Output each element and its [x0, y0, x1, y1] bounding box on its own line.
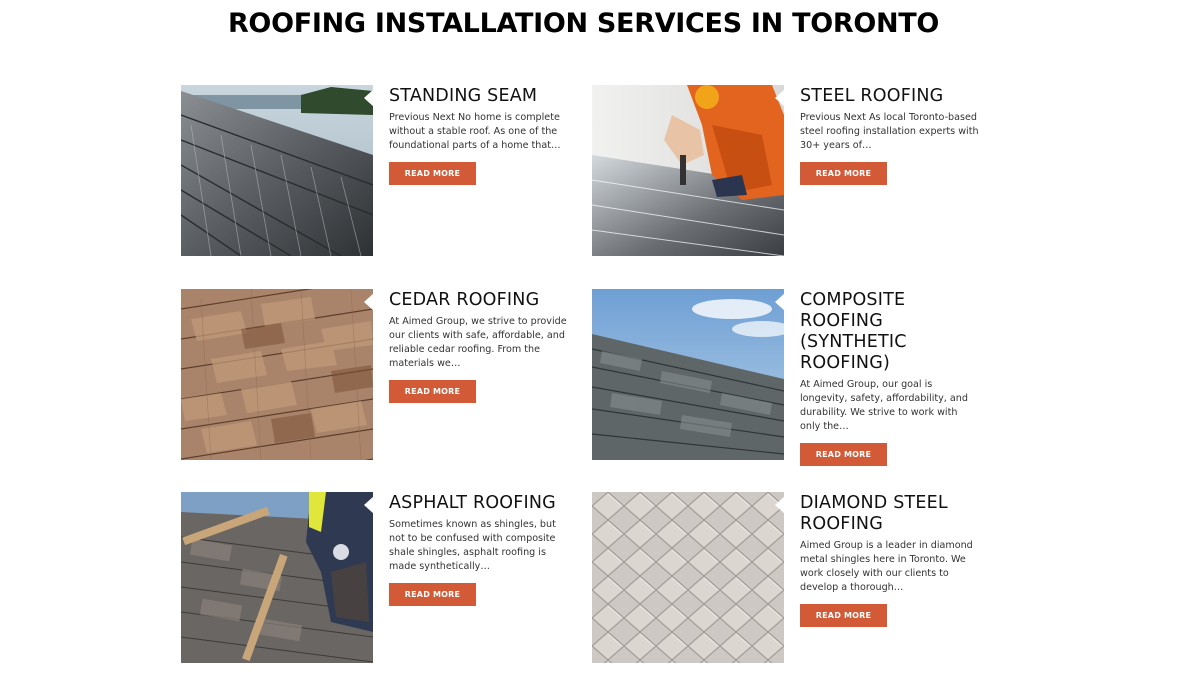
service-title[interactable]: CEDAR ROOFING [389, 289, 569, 311]
standing-seam-image[interactable] [181, 85, 373, 256]
service-card-composite-roofing: COMPOSITE ROOFING (SYNTHETIC ROOFING) At… [592, 289, 992, 466]
steel-roofing-image[interactable] [592, 85, 784, 256]
read-more-button[interactable]: READ MORE [389, 583, 476, 606]
service-card-asphalt-roofing: ASPHALT ROOFING Sometimes known as shing… [181, 492, 581, 664]
asphalt-roofing-image[interactable] [181, 492, 373, 663]
service-excerpt: Previous Next No home is complete withou… [389, 112, 561, 151]
service-card-standing-seam: STANDING SEAM Previous Next No home is c… [181, 85, 581, 257]
read-more-button[interactable]: READ MORE [800, 604, 887, 627]
service-card-diamond-steel-roofing: DIAMOND STEEL ROOFING Aimed Group is a l… [592, 492, 992, 664]
read-more-button[interactable]: READ MORE [800, 443, 887, 466]
service-excerpt: Previous Next As local Toronto-based ste… [800, 112, 979, 151]
cedar-roofing-image[interactable] [181, 289, 373, 460]
read-more-button[interactable]: READ MORE [389, 162, 476, 185]
diamond-steel-roofing-image[interactable] [592, 492, 784, 663]
composite-roofing-image[interactable] [592, 289, 784, 460]
service-title[interactable]: ASPHALT ROOFING [389, 492, 569, 514]
service-excerpt: At Aimed Group, our goal is longevity, s… [800, 379, 968, 432]
service-card-steel-roofing: STEEL ROOFING Previous Next As local Tor… [592, 85, 992, 257]
service-excerpt: At Aimed Group, we strive to provide our… [389, 316, 567, 369]
service-title[interactable]: STEEL ROOFING [800, 85, 980, 107]
service-excerpt: Aimed Group is a leader in diamond metal… [800, 540, 973, 593]
service-card-cedar-roofing: CEDAR ROOFING At Aimed Group, we strive … [181, 289, 581, 461]
read-more-button[interactable]: READ MORE [800, 162, 887, 185]
service-title[interactable]: COMPOSITE ROOFING (SYNTHETIC ROOFING) [800, 289, 980, 374]
read-more-button[interactable]: READ MORE [389, 380, 476, 403]
page-title: ROOFING INSTALLATION SERVICES IN TORONTO [227, 8, 940, 39]
service-title[interactable]: STANDING SEAM [389, 85, 569, 107]
service-excerpt: Sometimes known as shingles, but not to … [389, 519, 556, 572]
service-title[interactable]: DIAMOND STEEL ROOFING [800, 492, 980, 535]
